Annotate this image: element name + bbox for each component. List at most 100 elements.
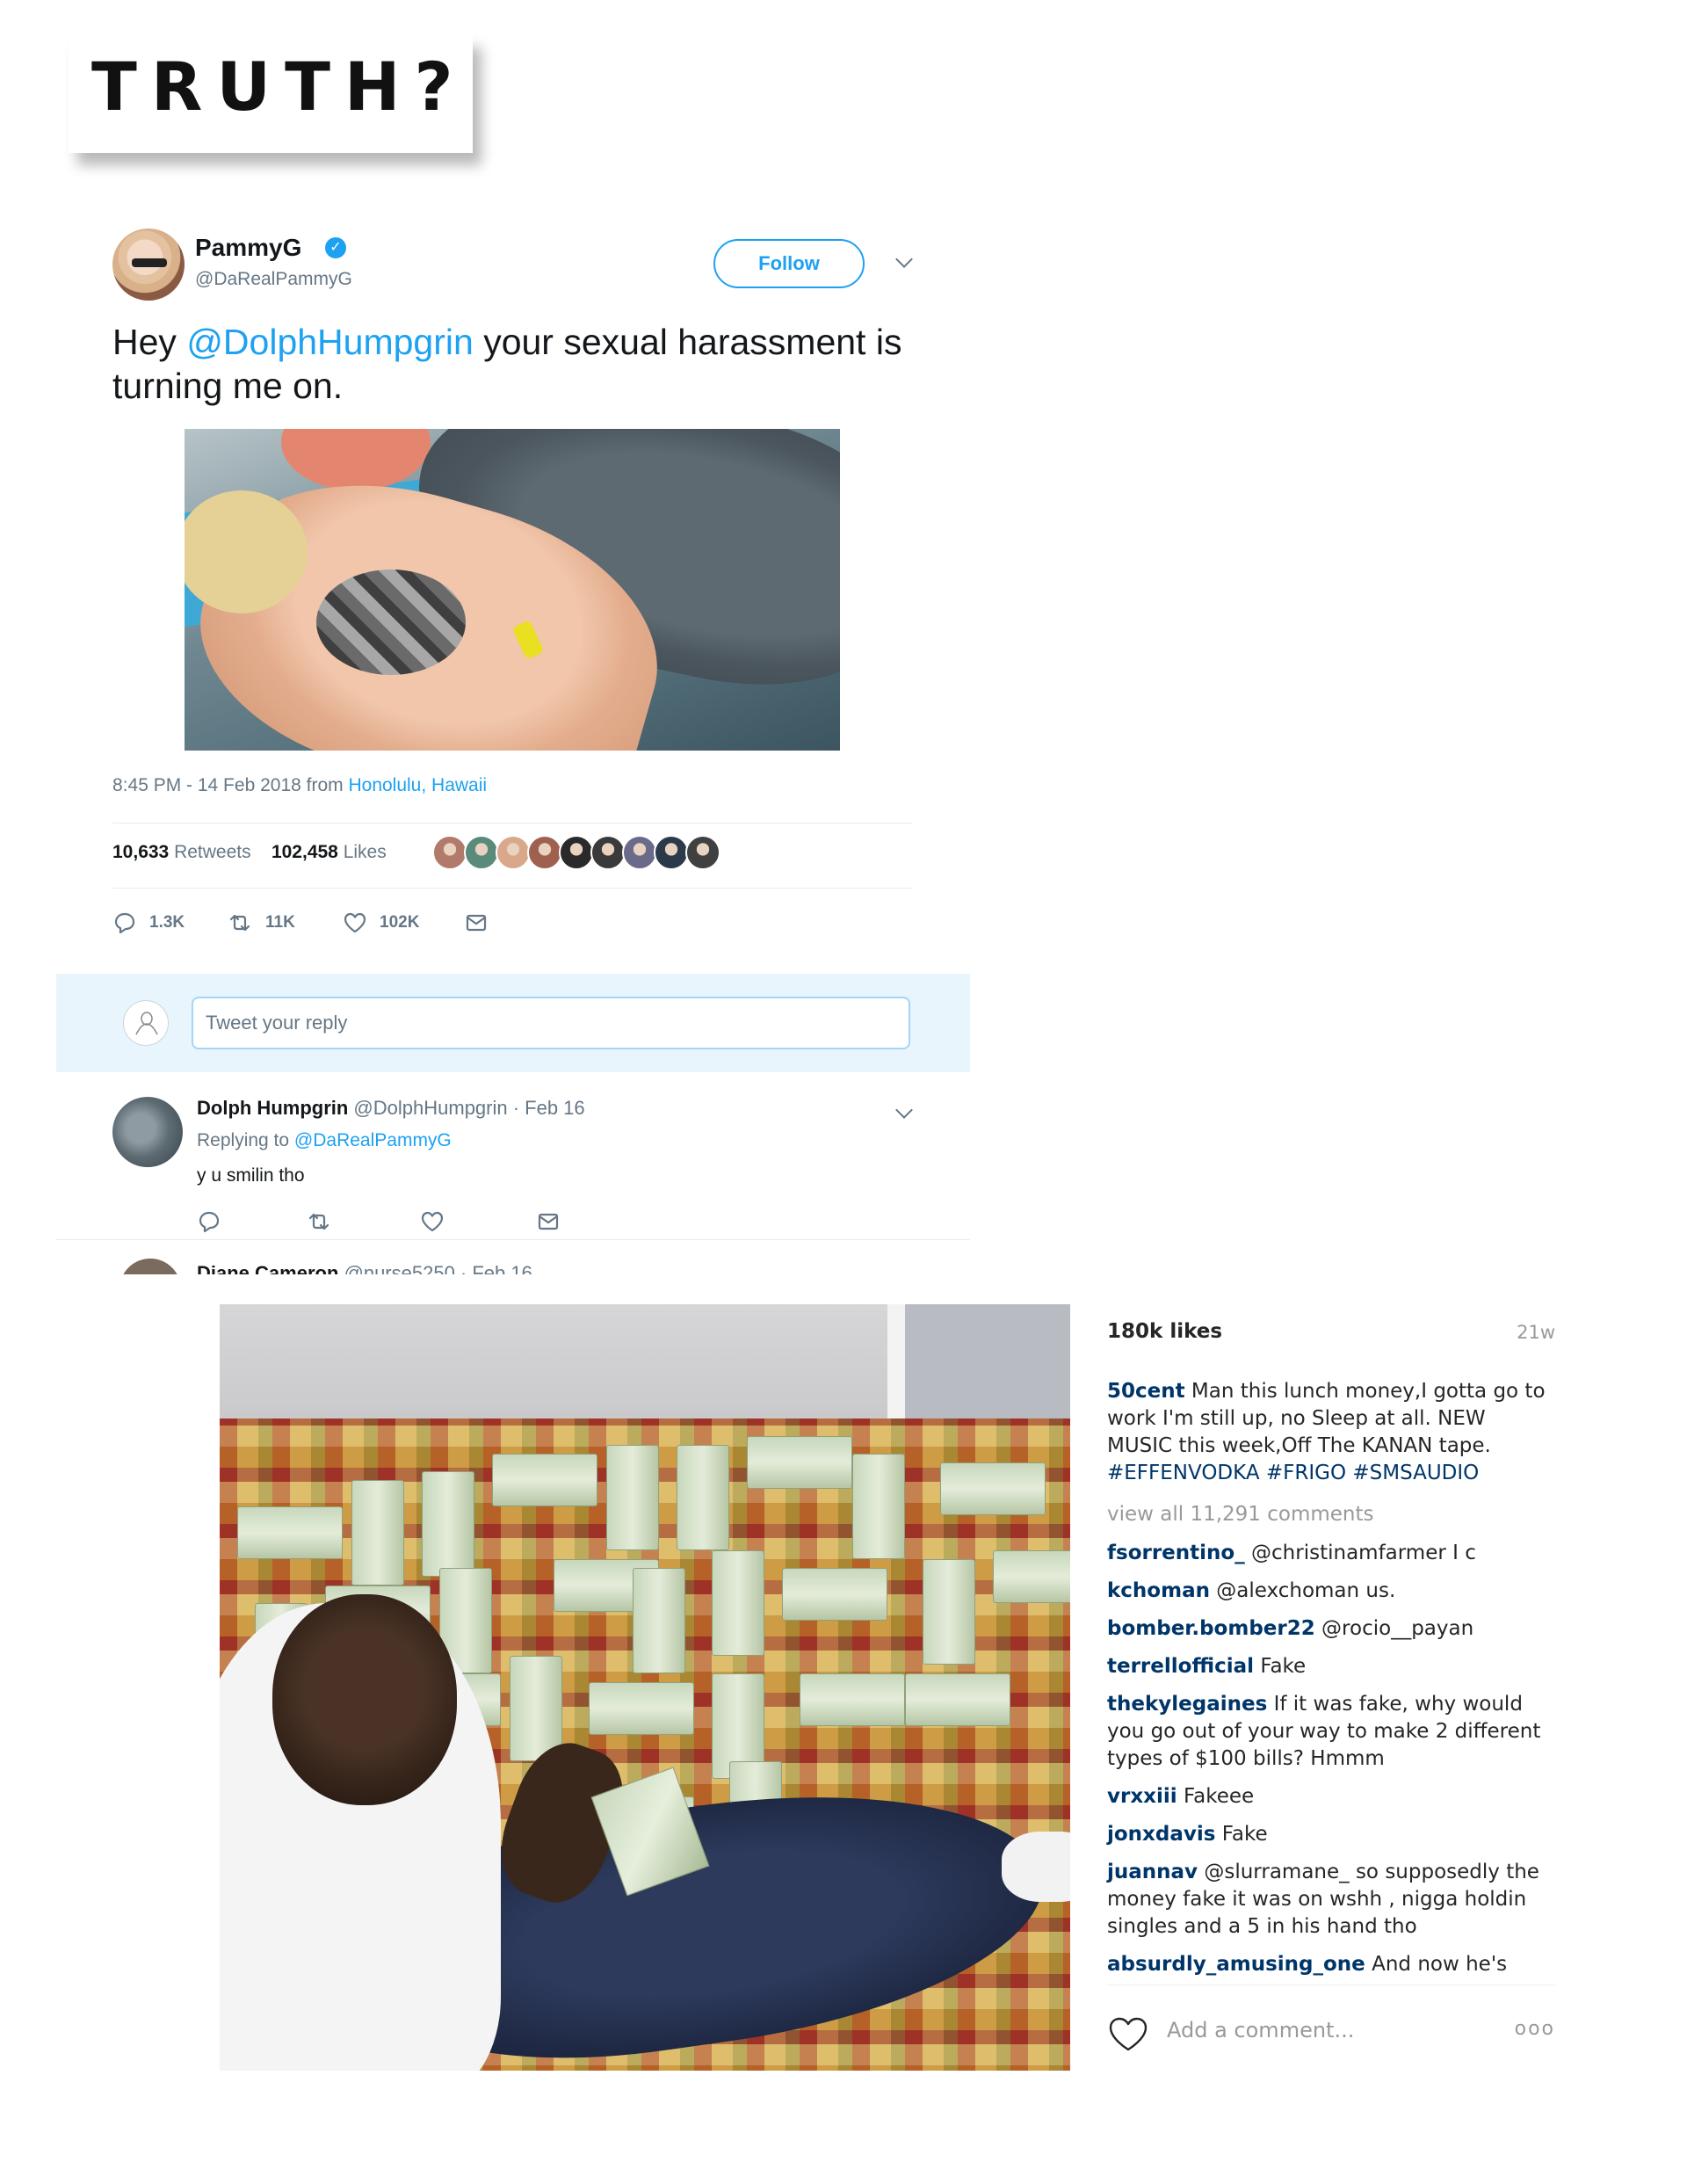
comment-text: Fake	[1254, 1655, 1307, 1678]
chevron-down-icon[interactable]	[895, 250, 913, 268]
divider	[1107, 1984, 1555, 1985]
liker-avatar[interactable]	[622, 835, 657, 870]
liker-avatar[interactable]	[527, 835, 562, 870]
liker-avatar[interactable]	[432, 835, 467, 870]
replying-handle-link[interactable]: @DaRealPammyG	[294, 1130, 452, 1150]
retweets-count[interactable]: 10,633	[112, 842, 169, 862]
comment-username[interactable]: kchoman	[1107, 1579, 1210, 1602]
cash-stack	[237, 1506, 343, 1559]
tweet-timestamp: 8:45 PM - 14 Feb 2018 from Honolulu, Haw…	[112, 775, 487, 796]
retweet-action[interactable]	[306, 1204, 344, 1239]
user-avatar[interactable]	[123, 1000, 169, 1046]
comment-username[interactable]: thekylegaines	[1107, 1693, 1267, 1716]
liker-avatar[interactable]	[464, 835, 499, 870]
comment-item: vrxxiii Fakeee	[1107, 1783, 1555, 1810]
heart-icon	[421, 1211, 444, 1232]
retweet-icon	[308, 1213, 329, 1230]
reply-meta[interactable]: @DolphHumpgrin · Feb 16	[348, 1097, 584, 1119]
comment-text: @rocio__payan	[1314, 1617, 1474, 1640]
liker-avatar[interactable]	[559, 835, 594, 870]
reply-header: Diane Cameron @nurse5250 · Feb 16	[197, 1262, 532, 1274]
cash-stack	[923, 1559, 975, 1665]
heart-icon	[344, 912, 366, 933]
caption-hashtags[interactable]: #EFFENVODKA #FRIGO #SMSAUDIO	[1107, 1462, 1479, 1484]
liker-avatar[interactable]	[496, 835, 531, 870]
tweet-text-part: Hey	[112, 322, 187, 362]
post-photo[interactable]	[220, 1304, 1070, 2071]
cash-stack	[993, 1550, 1070, 1603]
cash-stack	[747, 1436, 852, 1489]
avatar[interactable]	[112, 1097, 183, 1167]
comment-username[interactable]: terrellofficial	[1107, 1655, 1254, 1678]
author-name[interactable]: PammyG	[195, 234, 301, 262]
cash-stack	[606, 1445, 659, 1550]
cash-stack	[712, 1550, 764, 1656]
reply-author-name[interactable]: Diane Cameron	[197, 1262, 338, 1274]
comment-item: terrellofficial Fake	[1107, 1653, 1555, 1680]
reply-author-name[interactable]: Dolph Humpgrin	[197, 1097, 348, 1119]
cash-stack	[492, 1454, 597, 1506]
comment-username[interactable]: fsorrentino_	[1107, 1542, 1245, 1564]
cash-stack	[633, 1568, 685, 1673]
follow-button[interactable]: Follow	[713, 239, 865, 288]
reply-text: y u smilin tho	[197, 1165, 305, 1186]
comment-item: fsorrentino_ @christinamfarmer I c	[1107, 1540, 1555, 1567]
comments-list: fsorrentino_ @christinamfarmer I c kchoma…	[1107, 1540, 1555, 1989]
comment-username[interactable]: juannav	[1107, 1861, 1198, 1883]
chevron-down-icon[interactable]	[895, 1101, 913, 1119]
likes-label[interactable]: Likes	[338, 842, 387, 862]
comment-item: absurdly_amusing_one And now he's	[1107, 1951, 1555, 1978]
instagram-post: 180k likes 21w 50cent Man this lunch mon…	[220, 1304, 1555, 2071]
reply-meta[interactable]: @nurse5250 · Feb 16	[338, 1262, 532, 1274]
message-action[interactable]	[536, 1204, 573, 1239]
more-options-icon[interactable]: ooo	[1515, 2018, 1555, 2040]
tweet-photo[interactable]	[185, 429, 840, 751]
liker-avatar[interactable]	[590, 835, 626, 870]
view-all-comments-link[interactable]: view all 11,291 comments	[1107, 1503, 1374, 1526]
caption-username[interactable]: 50cent	[1107, 1380, 1185, 1403]
post-caption: 50cent Man this lunch money,I gotta go t…	[1107, 1378, 1546, 1487]
envelope-icon	[538, 1213, 559, 1230]
post-age[interactable]: 21w	[1517, 1322, 1555, 1343]
reply-input[interactable]: Tweet your reply	[192, 997, 910, 1049]
comment-username[interactable]: absurdly_amusing_one	[1107, 1953, 1365, 1976]
like-action[interactable]	[420, 1204, 457, 1239]
author-handle[interactable]: @DaRealPammyG	[195, 269, 352, 290]
tweet-text: Hey @DolphHumpgrin your sexual harassmen…	[112, 320, 921, 408]
likes-count[interactable]: 102,458	[272, 842, 338, 862]
message-action[interactable]	[464, 905, 501, 940]
add-comment-input[interactable]: Add a comment...	[1167, 2018, 1354, 2043]
reply-item: Dolph Humpgrin @DolphHumpgrin · Feb 16 R…	[56, 1072, 970, 1239]
reply-icon	[114, 912, 135, 934]
retweet-action[interactable]: 11K	[227, 905, 295, 940]
location-link[interactable]: Honolulu, Hawaii	[348, 775, 487, 795]
likes-count[interactable]: 180k likes	[1107, 1320, 1222, 1343]
divider	[112, 888, 912, 889]
divider	[112, 823, 912, 824]
title-card: TRUTH?	[69, 35, 473, 153]
divider	[56, 1239, 970, 1240]
avatar[interactable]	[119, 1259, 181, 1274]
reply-item: Diane Cameron @nurse5250 · Feb 16	[56, 1250, 970, 1274]
liker-avatar[interactable]	[685, 835, 720, 870]
replying-label: Replying to	[197, 1130, 294, 1150]
author-avatar[interactable]	[112, 229, 185, 301]
reply-composer: Tweet your reply	[56, 974, 970, 1072]
cash-stack	[782, 1568, 887, 1621]
heart-icon[interactable]	[1107, 2016, 1149, 2057]
comment-username[interactable]: jonxdavis	[1107, 1823, 1215, 1846]
mention-link[interactable]: @DolphHumpgrin	[186, 322, 473, 362]
like-action[interactable]: 102K	[343, 905, 419, 940]
liker-avatar[interactable]	[654, 835, 689, 870]
envelope-icon	[466, 914, 487, 932]
comment-text: @alexchoman us.	[1209, 1579, 1396, 1602]
reply-action[interactable]	[197, 1204, 234, 1239]
comment-username[interactable]: vrxxiii	[1107, 1785, 1177, 1808]
comment-username[interactable]: bomber.bomber22	[1107, 1617, 1315, 1640]
cash-stack	[800, 1673, 905, 1726]
like-count: 102K	[380, 913, 420, 932]
reply-action[interactable]: 1.3K	[112, 905, 185, 940]
retweets-label[interactable]: Retweets	[169, 842, 251, 862]
cash-stack	[852, 1454, 905, 1559]
replying-to: Replying to @DaRealPammyG	[197, 1130, 452, 1151]
